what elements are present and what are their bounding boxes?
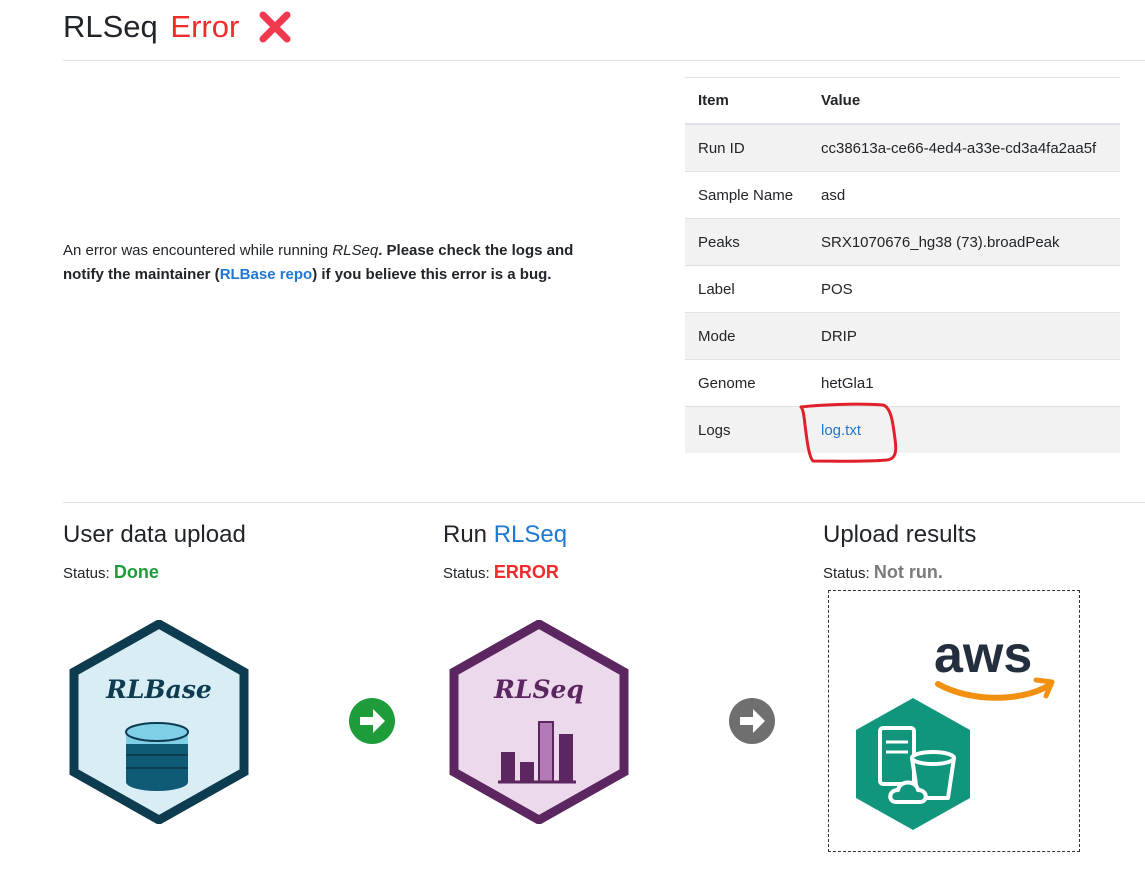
row-item: Run ID xyxy=(685,123,808,172)
rlseq-link[interactable]: RLSeq xyxy=(494,521,567,548)
row-item: Sample Name xyxy=(685,171,808,219)
step-user-data-upload-status: Status: Done xyxy=(63,562,159,582)
header-divider xyxy=(63,60,1145,61)
rlbase-repo-link[interactable]: RLBase repo xyxy=(220,266,313,283)
rlseq-logo-text: RLSeq xyxy=(493,675,584,704)
row-item: Mode xyxy=(685,312,808,360)
row-value: POS xyxy=(808,265,1120,313)
aws-logo-text: aws xyxy=(934,626,1032,684)
arrow-right-icon xyxy=(349,698,395,744)
table-row: Genome hetGla1 xyxy=(685,359,1120,407)
status-badge: Done xyxy=(113,562,159,582)
row-value: SRX1070676_hg38 (73).broadPeak xyxy=(808,218,1120,266)
row-value: asd xyxy=(808,171,1120,219)
run-info-table: Item Value Run ID cc38613a-ce66-4ed4-a33… xyxy=(685,77,1120,453)
error-message: An error was encountered while running R… xyxy=(63,242,574,283)
status-badge: ERROR xyxy=(493,562,559,582)
step-upload-results-title: Upload results xyxy=(823,521,977,548)
table-row: Peaks SRX1070676_hg38 (73).broadPeak xyxy=(685,218,1120,266)
row-value: DRIP xyxy=(808,312,1120,360)
rlseq-logo-icon: RLSeq xyxy=(449,620,629,824)
step-user-data-upload-title: User data upload xyxy=(63,521,246,548)
error-status-word: Error xyxy=(170,9,240,44)
section-divider xyxy=(63,502,1145,503)
row-item: Label xyxy=(685,265,808,313)
table-row: Mode DRIP xyxy=(685,312,1120,360)
table-header-row: Item Value xyxy=(685,77,1120,125)
arrow-right-icon xyxy=(729,698,775,744)
rlbase-logo-text: RLBase xyxy=(105,675,212,704)
storage-gateway-icon xyxy=(856,698,970,830)
cross-mark-icon xyxy=(258,10,292,55)
column-header-item: Item xyxy=(685,77,808,125)
row-item: Logs xyxy=(685,406,808,453)
step-run-rlseq-status: Status: ERROR xyxy=(443,562,559,582)
app-title: RLSeq xyxy=(63,9,158,44)
table-row: Label POS xyxy=(685,265,1120,313)
status-badge: Not run. xyxy=(873,562,943,582)
row-item: Peaks xyxy=(685,218,808,266)
page-title: RLSeq Error xyxy=(63,6,292,55)
table-row: Sample Name asd xyxy=(685,171,1120,219)
column-header-value: Value xyxy=(808,77,1120,125)
row-value: cc38613a-ce66-4ed4-a33e-cd3a4fa2aa5f xyxy=(808,123,1120,172)
step-upload-results-status: Status: Not run. xyxy=(823,562,943,582)
row-value: hetGla1 xyxy=(808,359,1120,407)
row-item: Genome xyxy=(685,359,808,407)
rlbase-logo-icon: RLBase xyxy=(69,620,249,824)
annotation-circle-icon xyxy=(799,402,898,463)
table-row: Run ID cc38613a-ce66-4ed4-a33e-cd3a4fa2a… xyxy=(685,123,1120,172)
step-run-rlseq-title: Run RLSeq xyxy=(443,521,568,548)
